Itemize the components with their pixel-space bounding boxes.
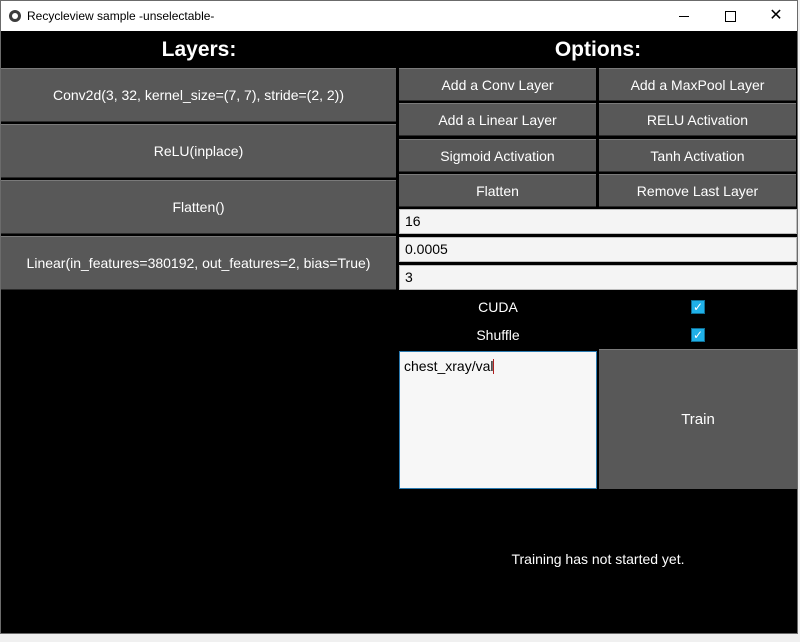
shuffle-label: Shuffle [476,327,520,343]
layer-item-linear[interactable]: Linear(in_features=380192, out_features=… [1,236,396,290]
train-button[interactable]: Train [599,349,797,489]
maximize-icon [724,10,736,22]
flatten-button[interactable]: Flatten [399,174,596,207]
app-window: Recycleview sample -unselectable- ✕ Laye… [0,0,798,634]
add-maxpool-layer-button[interactable]: Add a MaxPool Layer [599,68,796,101]
close-button[interactable]: ✕ [753,1,799,31]
dataset-path-input[interactable]: chest_xray/val [399,351,597,489]
title-bar[interactable]: Recycleview sample -unselectable- ✕ [1,1,797,31]
check-icon: ✓ [692,300,704,314]
batch-size-input[interactable]: 16 [399,209,797,234]
sigmoid-activation-button[interactable]: Sigmoid Activation [399,139,596,172]
minimize-icon [679,15,689,17]
epochs-input[interactable]: 3 [399,265,797,290]
close-icon: ✕ [769,7,783,24]
main-content: Layers: Options: Conv2d(3, 32, kernel_si… [1,31,797,633]
options-heading: Options: [554,38,642,61]
learning-rate-input[interactable]: 0.0005 [399,237,797,262]
layer-item-conv2d[interactable]: Conv2d(3, 32, kernel_size=(7, 7), stride… [1,68,396,122]
maximize-button[interactable] [707,1,753,31]
shuffle-checkbox[interactable]: ✓ [691,328,705,342]
layers-heading: Layers: [161,38,237,61]
cuda-checkbox[interactable]: ✓ [691,300,705,314]
training-status: Training has not started yet. [511,551,685,567]
remove-last-layer-button[interactable]: Remove Last Layer [599,174,796,207]
relu-activation-button[interactable]: RELU Activation [599,103,796,136]
check-icon: ✓ [692,328,704,342]
app-icon [9,10,21,22]
text-caret [493,359,495,374]
dataset-path-text: chest_xray/val [404,358,494,374]
tanh-activation-button[interactable]: Tanh Activation [599,139,796,172]
add-linear-layer-button[interactable]: Add a Linear Layer [399,103,596,136]
add-conv-layer-button[interactable]: Add a Conv Layer [399,68,596,101]
window-title: Recycleview sample -unselectable- [27,9,215,23]
layer-item-relu[interactable]: ReLU(inplace) [1,124,396,178]
cuda-label: CUDA [478,299,518,315]
minimize-button[interactable] [661,1,707,31]
layer-item-flatten[interactable]: Flatten() [1,180,396,234]
